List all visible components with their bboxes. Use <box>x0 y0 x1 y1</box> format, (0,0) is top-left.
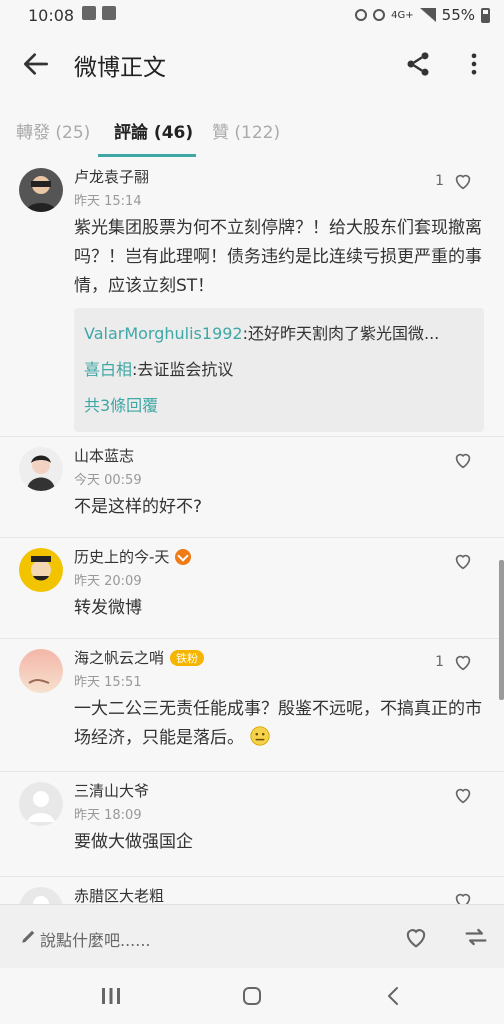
notification-icons <box>82 6 116 20</box>
like-button[interactable] <box>444 449 474 471</box>
reply-item[interactable]: ValarMorghulis1992:还好昨天割肉了紫光国微... <box>84 316 474 352</box>
signal-icon <box>419 8 436 22</box>
comment-item[interactable]: 海之帆云之哨 铁粉 昨天 15:51 1 一大二公三无责任能成事？殷鉴不远呢，不… <box>0 639 504 772</box>
app-notification-icon <box>102 6 116 20</box>
comment-item[interactable]: 历史上的今-天 昨天 20:09 转发微博 <box>0 538 504 639</box>
comment-item[interactable]: 卢龙袁子翮 昨天 15:14 1 紫光集团股票为何不立刻停牌？！给大股东们套现撤… <box>0 158 504 437</box>
comment-input[interactable]: 說點什麼吧...... <box>40 927 151 951</box>
comment-time: 昨天 15:14 <box>74 194 142 209</box>
fan-badge: 铁粉 <box>170 649 205 666</box>
like-button[interactable] <box>444 550 474 572</box>
tab-comments[interactable]: 評論 (46) <box>114 118 193 143</box>
heart-icon <box>455 453 471 469</box>
app-bar: 微博正文 <box>0 32 504 96</box>
comment-item[interactable]: 赤腊区大老粗 <box>0 877 504 904</box>
reply-item[interactable]: 喜白相:去证监会抗议 <box>84 352 474 388</box>
reply-box[interactable]: ValarMorghulis1992:还好昨天割肉了紫光国微... 喜白相:去证… <box>74 308 484 432</box>
alarm-icon <box>355 9 368 21</box>
reply-text: :还好昨天割肉了紫光国微... <box>242 324 440 343</box>
heart-icon <box>455 554 471 570</box>
battery-text: 55% <box>441 6 475 24</box>
comment-list[interactable]: 卢龙袁子翮 昨天 15:14 1 紫光集团股票为何不立刻停牌？！给大股东们套现撤… <box>0 158 504 904</box>
like-button[interactable]: 1 <box>435 170 474 192</box>
like-count: 1 <box>435 654 444 670</box>
system-back-icon[interactable] <box>382 984 406 1008</box>
comment-username[interactable]: 历史上的今-天 <box>74 546 192 567</box>
like-count: 1 <box>435 173 444 189</box>
comment-item[interactable]: 山本蓝志 今天 00:59 不是这样的好不? <box>0 437 504 538</box>
avatar[interactable] <box>19 447 63 491</box>
system-nav-bar <box>0 968 504 1024</box>
comment-username[interactable]: 海之帆云之哨 铁粉 <box>74 647 205 668</box>
comment-input-bar[interactable]: 說點什麼吧...... <box>0 904 504 969</box>
more-options-icon[interactable] <box>460 50 488 78</box>
comment-text: 转发微博 <box>74 598 142 618</box>
comment-username[interactable]: 山本蓝志 <box>74 445 134 466</box>
heart-icon <box>455 893 471 904</box>
heart-icon <box>455 655 471 671</box>
home-icon[interactable] <box>240 984 264 1008</box>
reply-username[interactable]: ValarMorghulis1992 <box>84 324 243 343</box>
tab-likes[interactable]: 贊 (122) <box>212 118 280 143</box>
like-button[interactable] <box>444 784 474 806</box>
recent-apps-icon[interactable] <box>100 986 122 1006</box>
comment-text: 不是这样的好不? <box>74 497 203 517</box>
active-tab-indicator <box>98 154 196 157</box>
comment-time: 昨天 20:09 <box>74 574 142 589</box>
like-button[interactable] <box>444 889 474 904</box>
tab-bar: 轉發 (25) 評論 (46) 贊 (122) <box>0 96 504 159</box>
comment-username[interactable]: 赤腊区大老粗 <box>74 885 164 904</box>
heart-icon <box>455 788 471 804</box>
tab-reposts[interactable]: 轉發 (25) <box>16 118 90 143</box>
pencil-icon <box>22 930 35 943</box>
mute-icon <box>373 9 386 21</box>
thinking-emoji-icon <box>250 726 271 746</box>
reply-text: :去证监会抗议 <box>132 360 234 379</box>
comment-item[interactable]: 三清山大爷 昨天 18:09 要做大做强国企 <box>0 772 504 877</box>
status-right: 4G+ 55% <box>355 6 490 24</box>
comment-time: 昨天 18:09 <box>74 808 142 823</box>
comment-username[interactable]: 卢龙袁子翮 <box>74 166 149 187</box>
scrollbar[interactable] <box>499 560 504 700</box>
comment-text: 要做大做强国企 <box>74 832 193 852</box>
status-time: 10:08 <box>28 6 75 25</box>
reply-username[interactable]: 喜白相 <box>84 360 132 379</box>
page-title: 微博正文 <box>74 55 166 81</box>
network-label: 4G+ <box>391 9 414 21</box>
comment-time: 昨天 15:51 <box>74 675 142 690</box>
share-icon[interactable] <box>404 50 432 78</box>
verified-badge-icon <box>175 548 192 565</box>
comment-username[interactable]: 三清山大爷 <box>74 780 149 801</box>
comment-text: 紫光集团股票为何不立刻停牌？！给大股东们套现撤离吗？！岂有此理啊！债务违约是比连… <box>74 218 482 296</box>
comment-text: 一大二公三无责任能成事？殷鉴不远呢，不搞真正的市场经济，只能是落后。 <box>74 699 482 748</box>
avatar[interactable] <box>19 887 63 904</box>
status-bar: 10:08 4G+ 55% <box>0 0 504 32</box>
back-arrow-icon[interactable] <box>20 48 52 80</box>
view-more-replies-link[interactable]: 共3條回覆 <box>84 388 474 424</box>
image-notification-icon <box>82 6 96 20</box>
avatar[interactable] <box>19 782 63 826</box>
avatar[interactable] <box>19 168 63 212</box>
avatar[interactable] <box>19 649 63 693</box>
heart-icon <box>455 174 471 190</box>
like-button[interactable]: 1 <box>435 651 474 673</box>
battery-icon <box>481 7 490 23</box>
comment-time: 今天 00:59 <box>74 473 142 488</box>
avatar[interactable] <box>19 548 63 592</box>
like-post-icon[interactable] <box>402 923 430 951</box>
repost-icon[interactable] <box>462 923 490 951</box>
